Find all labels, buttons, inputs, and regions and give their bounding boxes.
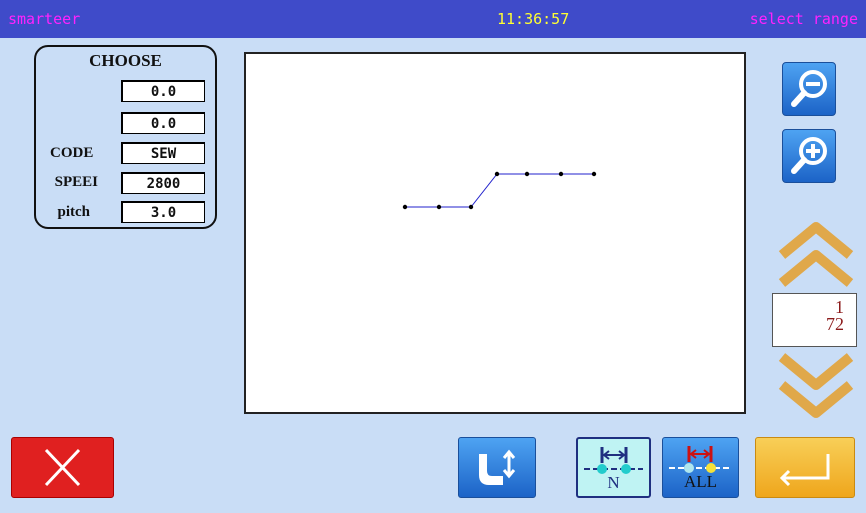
speed-field[interactable]: 2800	[121, 172, 205, 194]
needle-updown-icon	[479, 449, 516, 485]
zoom-out-button[interactable]	[782, 62, 836, 116]
zoom-in-icon	[791, 137, 827, 174]
clock: 11:36:57	[497, 10, 570, 28]
stitch-point	[558, 171, 564, 177]
pattern-canvas[interactable]	[244, 52, 746, 414]
pitch-field[interactable]: 3.0	[121, 201, 205, 223]
needle-updown-button[interactable]	[458, 437, 536, 498]
stitch-line	[405, 173, 594, 208]
app-title: smarteer	[8, 10, 81, 28]
page-indicator: 1 72	[772, 293, 857, 347]
page-up-button[interactable]	[776, 219, 856, 291]
stitch-point	[494, 171, 500, 177]
value-field-1[interactable]: 0.0	[121, 80, 205, 102]
chevron-up-icon	[778, 222, 854, 287]
code-label: CODE	[50, 145, 94, 161]
mode-label: select range	[749, 10, 858, 28]
code-field[interactable]: SEW	[121, 142, 205, 164]
enter-button[interactable]	[755, 437, 855, 498]
close-icon	[44, 448, 81, 487]
page-down-button[interactable]	[776, 349, 856, 421]
status-bar: smarteer 11:36:57 select range	[0, 0, 866, 38]
cancel-button[interactable]	[11, 437, 114, 498]
stitch-point	[436, 204, 442, 210]
chevron-down-icon	[778, 353, 854, 418]
stitch-pattern	[402, 171, 597, 210]
zoom-in-button[interactable]	[782, 129, 836, 183]
range-all-button[interactable]: ALL	[662, 437, 739, 498]
value-field-2[interactable]: 0.0	[121, 112, 205, 134]
stitch-point	[402, 204, 408, 210]
stitch-point	[468, 204, 474, 210]
stitch-point	[591, 171, 597, 177]
choose-title: CHOOSE	[89, 51, 162, 70]
range-all-label: ALL	[683, 472, 718, 491]
range-n-label: N	[607, 473, 620, 492]
page-total: 72	[826, 314, 844, 334]
zoom-out-icon	[791, 70, 827, 107]
choose-panel: CHOOSE 0.0 0.0 CODE SEW SPEEI 2800 pitch…	[34, 45, 217, 229]
pitch-label: pitch	[57, 204, 90, 220]
enter-icon	[779, 454, 830, 487]
stitch-point	[524, 171, 530, 177]
range-n-button[interactable]: N	[576, 437, 651, 498]
speed-label: SPEEI	[54, 174, 98, 190]
